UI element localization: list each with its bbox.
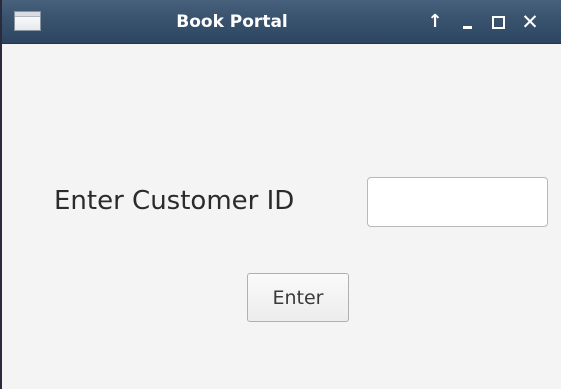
minimize-icon[interactable] (458, 12, 478, 32)
main-content: Enter Customer ID Enter (2, 44, 561, 389)
app-window: Book Portal ↑ ✕ Enter Customer ID Enter (0, 0, 561, 389)
close-icon[interactable]: ✕ (520, 12, 540, 33)
enter-button[interactable]: Enter (247, 273, 349, 322)
customer-id-input[interactable] (367, 177, 548, 227)
maximize-icon[interactable] (489, 12, 509, 32)
pin-icon[interactable]: ↑ (425, 12, 445, 32)
customer-id-label: Enter Customer ID (54, 186, 295, 216)
window-title: Book Portal (176, 12, 288, 32)
title-bar[interactable]: Book Portal ↑ ✕ (2, 0, 561, 44)
